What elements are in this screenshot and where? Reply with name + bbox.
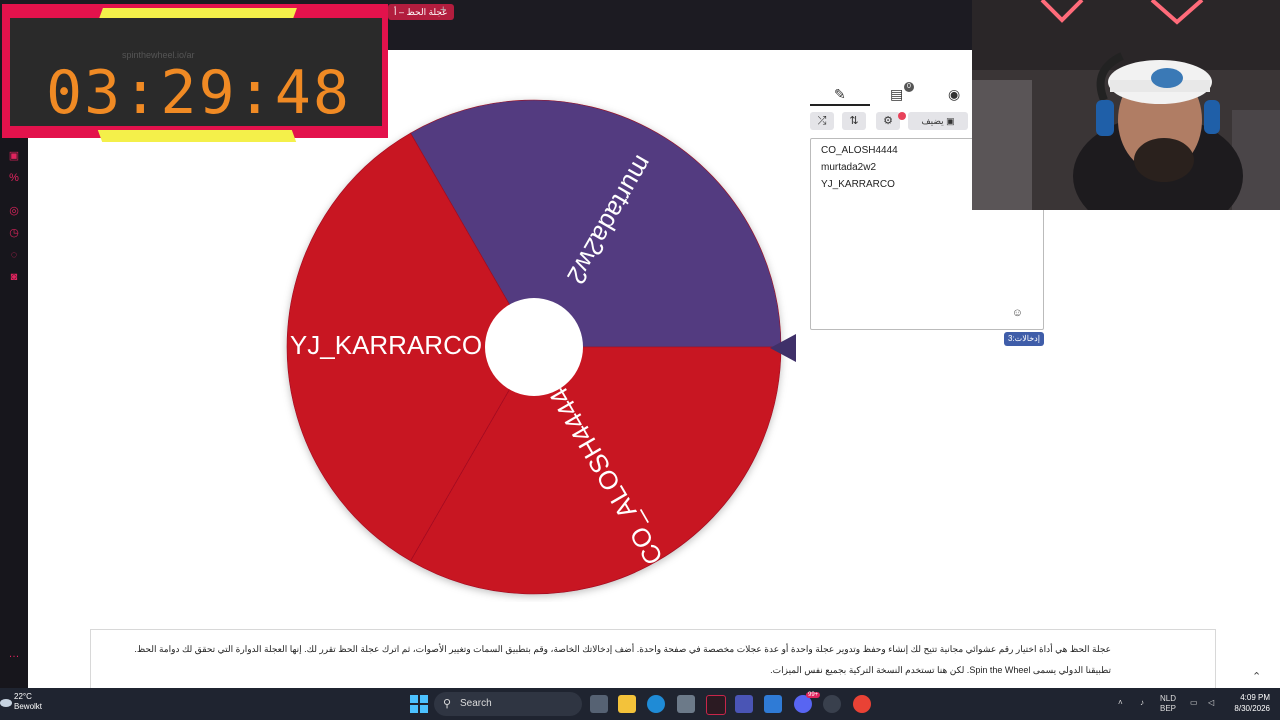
weather-widget[interactable]: 22°C Bewolkt bbox=[14, 692, 42, 712]
description-line: تطبيقنا الدولي يسمى Spin the Wheel. لكن … bbox=[770, 665, 1111, 675]
wheel-segment-label: YJ_KARRARCO bbox=[290, 330, 482, 360]
description-line: عجلة الحظ هي أداة اختيار رقم عشوائي مجان… bbox=[134, 644, 1111, 654]
results-count-badge: 0 bbox=[904, 82, 914, 92]
sidebar: ▣ % ◎ ◷ ◌ ◙ … bbox=[0, 50, 28, 688]
clipboard-icon[interactable]: ▤ bbox=[890, 86, 903, 103]
windows-app-icon[interactable] bbox=[764, 695, 782, 713]
discord-badge: 99+ bbox=[806, 692, 821, 698]
language-indicator[interactable]: NLD BEP bbox=[1160, 694, 1176, 714]
twitch-icon[interactable]: ▣ bbox=[8, 150, 20, 162]
file-explorer-icon[interactable] bbox=[618, 695, 636, 713]
weather-icon bbox=[0, 694, 12, 708]
chrome-icon[interactable] bbox=[853, 695, 871, 713]
opera-gx-icon[interactable] bbox=[706, 695, 726, 715]
settings-button[interactable]: ⚙ bbox=[876, 112, 900, 130]
emoji-icon[interactable]: ☺ bbox=[1012, 307, 1023, 319]
notification-dot bbox=[898, 112, 906, 120]
temperature: 22°C bbox=[14, 692, 32, 701]
timer-accent-bottom bbox=[97, 130, 297, 142]
instagram-icon[interactable]: ◙ bbox=[8, 271, 20, 283]
countdown-overlay: spinthewheel.io/ar 03:29:48 bbox=[2, 4, 388, 142]
taskbar-search[interactable]: ⚲ Search bbox=[434, 692, 582, 716]
spin-wheel[interactable]: murtada2w2CO_ALOSH4444YJ_KARRARCO bbox=[280, 92, 790, 602]
entry-line: YJ_KARRARCO bbox=[821, 179, 895, 190]
add-image-button[interactable]: يضيف ▣ bbox=[908, 112, 968, 130]
language-code: NLD bbox=[1160, 694, 1177, 703]
windows-start-icon[interactable] bbox=[410, 695, 428, 713]
task-view-icon[interactable] bbox=[590, 695, 608, 713]
system-clock[interactable]: 4:09 PM 8/30/2026 bbox=[1226, 692, 1270, 714]
wheel-pointer bbox=[770, 334, 796, 362]
search-placeholder: Search bbox=[460, 698, 492, 709]
search-icon: ⚲ bbox=[443, 698, 452, 710]
edge-icon[interactable] bbox=[647, 695, 665, 713]
taskbar: 22°C Bewolkt ⚲ Search 99+ ˄ ♪ NLD BEP ▭ … bbox=[0, 688, 1280, 720]
volume-icon[interactable]: ◁ bbox=[1208, 698, 1214, 708]
network-icon[interactable]: ▭ bbox=[1190, 698, 1198, 708]
clock-date: 8/30/2026 bbox=[1234, 704, 1270, 713]
wheel-center[interactable] bbox=[485, 298, 583, 396]
clock-icon[interactable]: ◷ bbox=[8, 227, 20, 239]
more-icon[interactable]: … bbox=[8, 648, 20, 660]
countdown-time: 03:29:48 bbox=[46, 58, 351, 128]
store-icon[interactable] bbox=[677, 695, 695, 713]
pencil-icon[interactable]: ✎ bbox=[834, 86, 846, 103]
sort-button[interactable]: ⇅ bbox=[842, 112, 866, 130]
entry-line: murtada2w2 bbox=[821, 162, 877, 173]
add-label: يضيف bbox=[921, 116, 944, 126]
clock-time: 4:09 PM bbox=[1240, 693, 1270, 702]
app-icon[interactable] bbox=[735, 695, 753, 713]
keyboard-code: BEP bbox=[1160, 704, 1177, 713]
new-tab-button[interactable]: + bbox=[440, 4, 446, 16]
record-icon[interactable]: ◎ bbox=[8, 205, 20, 217]
active-tab-indicator bbox=[810, 104, 870, 106]
webcam-overlay bbox=[972, 0, 1280, 210]
entry-line: CO_ALOSH4444 bbox=[821, 145, 898, 156]
shuffle-button[interactable]: ⤮ bbox=[810, 112, 834, 130]
timer-panel: spinthewheel.io/ar 03:29:48 bbox=[10, 18, 382, 128]
weather-text: Bewolkt bbox=[14, 702, 43, 711]
scroll-top-icon[interactable]: ⌃ bbox=[1252, 670, 1261, 683]
entries-count-badge: إدخالات:3 bbox=[1004, 332, 1044, 346]
description-box: عجلة الحظ هي أداة اختيار رقم عشوائي مجان… bbox=[90, 629, 1216, 690]
tray-chevron-icon[interactable]: ˄ bbox=[1118, 698, 1123, 708]
chat-icon[interactable]: ◌ bbox=[8, 249, 20, 261]
percent-icon[interactable]: % bbox=[8, 172, 20, 184]
microphone-icon[interactable]: ♪ bbox=[1140, 698, 1144, 708]
eye-slash-icon[interactable]: ◉ bbox=[948, 86, 960, 103]
streamer-camera bbox=[972, 0, 1280, 210]
steam-icon[interactable] bbox=[823, 695, 841, 713]
